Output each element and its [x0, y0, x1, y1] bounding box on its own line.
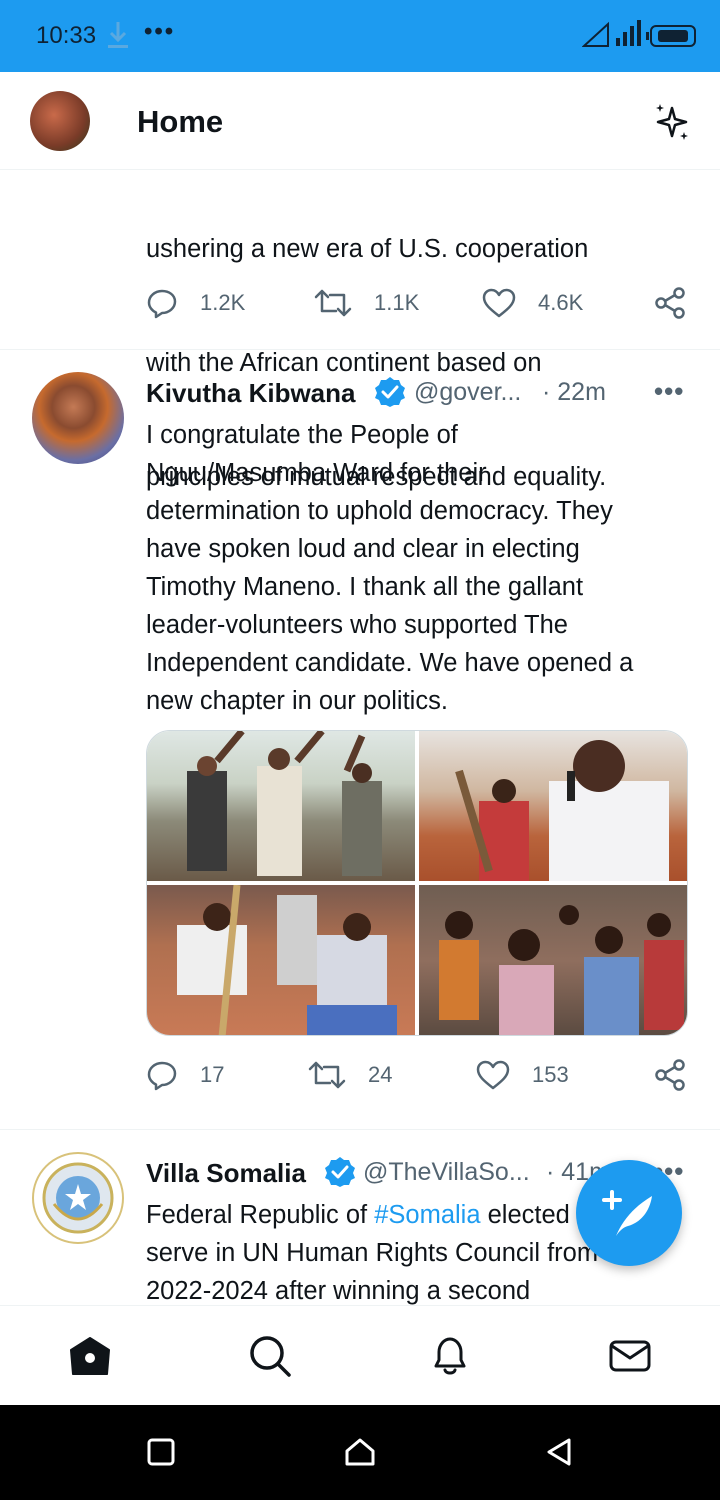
author-handle[interactable]: @gover... [414, 378, 521, 407]
search-tab[interactable] [248, 1334, 292, 1378]
system-home-button[interactable] [344, 1437, 376, 1472]
tweet-media-grid[interactable] [146, 730, 688, 1036]
share-button[interactable] [654, 1059, 708, 1091]
retweet-button[interactable]: 1.1K [314, 287, 419, 319]
tweet-photo[interactable] [147, 731, 415, 881]
recents-icon [147, 1438, 175, 1466]
home-icon [70, 1337, 110, 1375]
page-title: Home [137, 104, 224, 139]
tweet-actions: 17 24 153 [146, 1059, 694, 1099]
tweet-photo[interactable] [147, 884, 415, 1035]
tweet-photo[interactable] [419, 885, 687, 1035]
retweet-button[interactable]: 24 [308, 1059, 392, 1091]
reply-icon [147, 1061, 177, 1091]
reply-button[interactable]: 1.2K [146, 287, 245, 319]
like-button[interactable]: 153 [476, 1059, 569, 1091]
like-icon [476, 1060, 510, 1090]
retweet-count: 1.1K [374, 290, 420, 315]
compose-button[interactable] [576, 1160, 682, 1266]
profile-avatar[interactable] [30, 91, 90, 151]
like-count: 4.6K [538, 290, 584, 315]
like-count: 153 [532, 1062, 569, 1087]
download-icon [106, 20, 130, 55]
hashtag-link[interactable]: #Somalia [374, 1201, 480, 1229]
status-bar: 10:33 ••• [0, 0, 720, 72]
bottom-tab-bar [0, 1305, 720, 1405]
tweet-more-button[interactable]: ••• [654, 376, 684, 407]
author-name[interactable]: Kivutha Kibwana [146, 378, 355, 409]
notification-more-icon: ••• [144, 18, 176, 45]
share-button[interactable] [654, 287, 708, 319]
tweet-text-part: Federal Republic of [146, 1201, 375, 1229]
share-icon [655, 1059, 685, 1091]
sparkle-icon[interactable] [652, 102, 692, 147]
verified-icon [375, 377, 405, 407]
share-icon [655, 287, 685, 319]
notifications-tab[interactable] [428, 1334, 472, 1378]
like-button[interactable]: 4.6K [482, 287, 583, 319]
search-icon [250, 1336, 291, 1377]
signal-icon [581, 20, 644, 53]
retweet-icon [308, 1061, 346, 1089]
tweet-text: I congratulate the People of Nguu/Masumb… [146, 421, 634, 715]
reply-count: 17 [200, 1062, 225, 1087]
home-tab[interactable] [68, 1334, 112, 1378]
author-avatar[interactable] [32, 1152, 124, 1244]
notifications-icon [434, 1337, 466, 1375]
tweet-actions: 1.2K 1.1K 4.6K [146, 287, 694, 327]
timeline-feed[interactable]: ushering a new era of U.S. cooperation w… [0, 170, 720, 1305]
retweet-count: 24 [368, 1062, 393, 1087]
status-time: 10:33 [36, 22, 97, 49]
reply-button[interactable]: 17 [146, 1059, 224, 1091]
messages-icon [609, 1340, 651, 1372]
tweet-time[interactable]: · 22m [542, 378, 606, 407]
system-nav-bar [0, 1405, 720, 1500]
tweet[interactable]: ushering a new era of U.S. cooperation w… [0, 170, 720, 491]
verified-icon [325, 1157, 355, 1187]
tweet[interactable]: Kivutha Kibwana @gover... · 22m ••• I co… [0, 350, 720, 1130]
like-icon [482, 288, 516, 318]
home-sys-icon [345, 1438, 375, 1466]
tweet-text-line: ushering a new era of U.S. cooperation [146, 235, 589, 263]
tweet-photo[interactable] [419, 731, 687, 881]
back-icon [547, 1438, 571, 1466]
messages-tab[interactable] [608, 1334, 652, 1378]
reply-count: 1.2K [200, 290, 246, 315]
author-name[interactable]: Villa Somalia [146, 1158, 306, 1189]
back-button[interactable] [544, 1437, 574, 1472]
author-handle[interactable]: @TheVillaSo... [363, 1158, 530, 1187]
reply-icon [147, 289, 177, 319]
recents-button[interactable] [146, 1437, 176, 1472]
top-header: Home [0, 72, 720, 170]
retweet-icon [314, 289, 352, 317]
battery-icon [646, 25, 696, 47]
author-avatar[interactable] [32, 372, 124, 464]
compose-icon [602, 1190, 652, 1236]
